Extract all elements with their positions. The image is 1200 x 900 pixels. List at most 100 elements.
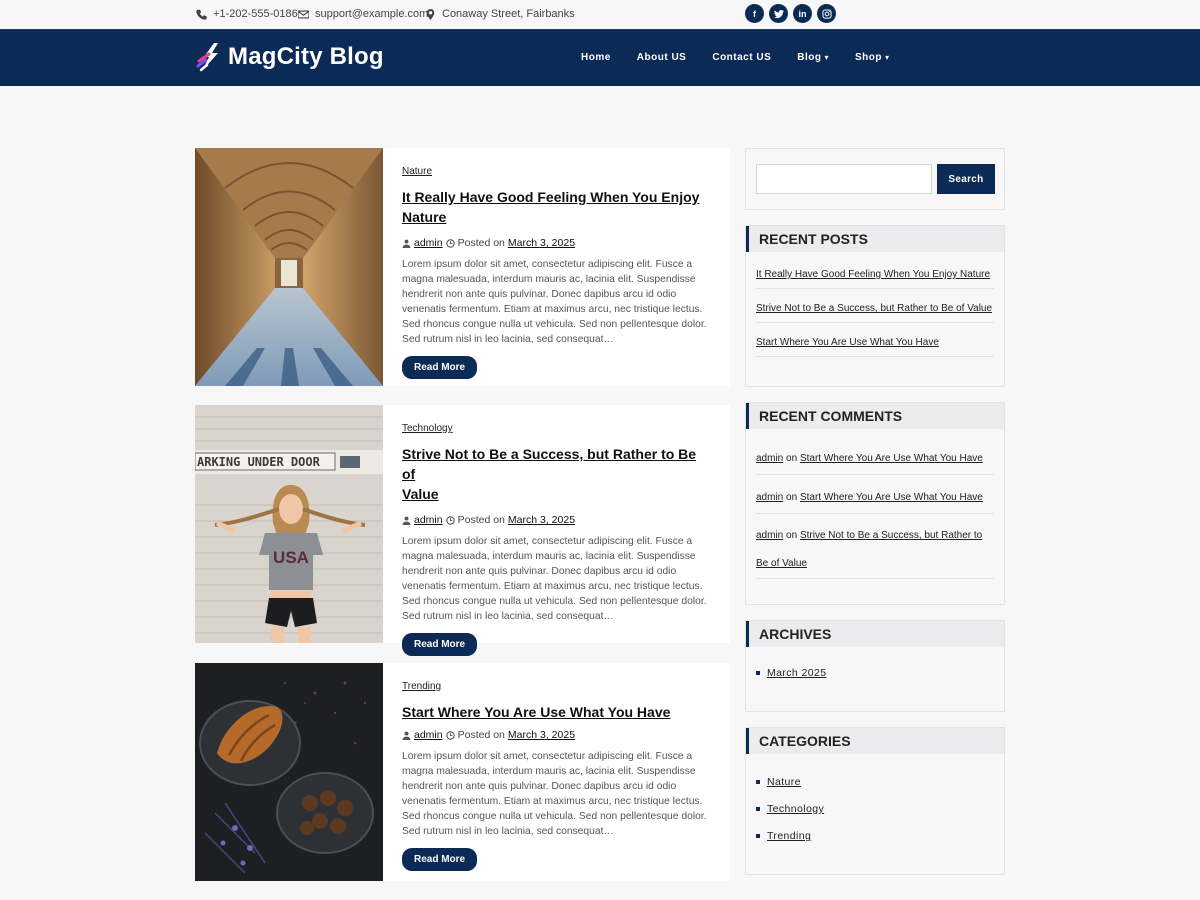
post-category-link[interactable]: Trending <box>402 681 441 692</box>
post-date-link[interactable]: March 3, 2025 <box>508 237 575 249</box>
post-title-line: It Really Have Good Feeling When You Enj… <box>402 189 700 205</box>
post-thumbnail-girl[interactable]: ARKING UNDER DOOR USA <box>195 405 383 643</box>
post-date-link[interactable]: March 3, 2025 <box>508 729 575 741</box>
widget-title: CATEGORIES <box>746 728 1004 754</box>
address-text: Conaway Street, Fairbanks <box>442 8 575 20</box>
recent-post-item: Start Where You Are Use What You Have <box>756 323 994 357</box>
comment-item: admin on Strive Not to Be a Success, but… <box>756 514 994 579</box>
recent-post-item: Strive Not to Be a Success, but Rather t… <box>756 289 994 323</box>
comment-item: admin on Start Where You Are Use What Yo… <box>756 449 994 475</box>
category-item: Technology <box>756 803 994 815</box>
widget-title: RECENT COMMENTS <box>746 403 1004 429</box>
nav-home[interactable]: Home <box>568 52 624 63</box>
posted-on-label: Posted on <box>457 237 505 249</box>
bullet-icon <box>756 807 760 811</box>
nav-blog[interactable]: Blog ▾ <box>784 52 842 63</box>
map-marker-icon <box>426 8 435 20</box>
read-more-button[interactable]: Read More <box>402 633 478 656</box>
comment-post-link[interactable]: Be of Value <box>756 558 807 569</box>
category-link[interactable]: Technology <box>767 803 824 815</box>
recent-post-link[interactable]: It Really Have Good Feeling When You Enj… <box>756 269 990 280</box>
archive-item: March 2025 <box>756 667 994 679</box>
girl-image: ARKING UNDER DOOR USA <box>195 405 383 643</box>
post-author-link[interactable]: admin <box>414 237 443 249</box>
post-title-link[interactable]: Start Where You Are Use What You Have <box>402 702 711 722</box>
nav-about[interactable]: About US <box>624 52 700 63</box>
category-link[interactable]: Nature <box>767 776 801 788</box>
linkedin-icon[interactable]: in <box>793 4 812 23</box>
topbar-address: Conaway Street, Fairbanks <box>425 8 575 20</box>
read-more-button[interactable]: Read More <box>402 356 478 379</box>
nav-shop-label: Shop <box>854 52 882 63</box>
categories-widget: CATEGORIES Nature Technology Trending <box>745 727 1005 875</box>
search-button[interactable]: Search <box>937 164 995 194</box>
category-link[interactable]: Trending <box>767 830 811 842</box>
post-author-link[interactable]: admin <box>414 729 443 741</box>
comment-on-label: on <box>786 530 798 541</box>
twitter-icon[interactable] <box>769 4 788 23</box>
clock-icon <box>445 238 455 248</box>
comment-post-link[interactable]: Start Where You Are Use What You Have <box>800 492 983 503</box>
nav-home-label: Home <box>581 52 611 63</box>
clock-icon <box>445 730 455 740</box>
comment-post-link[interactable]: Strive Not to Be a Success, but Rather t… <box>800 530 982 541</box>
post-date-link[interactable]: March 3, 2025 <box>508 514 575 526</box>
recent-posts-list: It Really Have Good Feeling When You Enj… <box>746 252 1004 357</box>
post-card: Nature It Really Have Good Feeling When … <box>195 148 730 386</box>
facebook-icon[interactable]: f <box>745 4 764 23</box>
nav-contact[interactable]: Contact US <box>699 52 784 63</box>
nav-contact-label: Contact US <box>712 52 772 63</box>
user-icon <box>402 731 411 740</box>
post-category-link[interactable]: Nature <box>402 166 432 177</box>
post-category-link[interactable]: Technology <box>402 423 453 434</box>
comment-author-link[interactable]: admin <box>756 530 783 541</box>
comment-item: admin on Start Where You Are Use What Yo… <box>756 475 994 514</box>
bullet-icon <box>756 780 760 784</box>
widget-title: RECENT POSTS <box>746 226 1004 252</box>
recent-comments-widget: RECENT COMMENTS admin on Start Where You… <box>745 402 1005 605</box>
recent-posts-widget: RECENT POSTS It Really Have Good Feeling… <box>745 225 1005 387</box>
category-item: Trending <box>756 830 994 842</box>
search-widget: Search <box>745 148 1005 210</box>
post-title-line: Start Where You Are Use What You Have <box>402 704 671 720</box>
post-title-link[interactable]: Strive Not to Be a Success, but Rather t… <box>402 444 711 504</box>
post-title-line: Value <box>402 486 439 502</box>
post-title-line: Strive Not to Be a Success, but Rather t… <box>402 446 697 482</box>
nav-about-label: About US <box>636 52 687 63</box>
nav-blog-label: Blog <box>797 52 822 63</box>
post-card: Trending Start Where You Are Use What Yo… <box>195 663 730 881</box>
archives-list: March 2025 <box>746 647 1004 679</box>
comment-author-link[interactable]: admin <box>756 492 783 503</box>
social-links: f in <box>745 4 836 23</box>
topbar: +1-202-555-0186 support@example.com Cona… <box>0 0 1200 29</box>
post-thumbnail-corridor[interactable] <box>195 148 383 386</box>
post-body: Nature It Really Have Good Feeling When … <box>383 148 730 386</box>
image-sign-text: ARKING UNDER DOOR <box>197 455 321 469</box>
read-more-button[interactable]: Read More <box>402 848 478 871</box>
main-nav: Home About US Contact US Blog ▾ Shop ▾ <box>568 52 903 63</box>
bullet-icon <box>756 671 760 675</box>
nav-shop[interactable]: Shop ▾ <box>842 52 903 63</box>
recent-post-link[interactable]: Start Where You Are Use What You Have <box>756 337 939 348</box>
search-input[interactable] <box>756 164 932 194</box>
topbar-email: support@example.com <box>298 8 428 20</box>
post-author-link[interactable]: admin <box>414 514 443 526</box>
comment-on-label: on <box>786 492 798 503</box>
post-body: Technology Strive Not to Be a Success, b… <box>383 405 730 656</box>
post-title-link[interactable]: It Really Have Good Feeling When You Enj… <box>402 187 711 227</box>
phone-number: +1-202-555-0186 <box>213 8 298 20</box>
comment-author-link[interactable]: admin <box>756 453 783 464</box>
archive-link[interactable]: March 2025 <box>767 667 826 679</box>
post-meta: admin Posted on March 3, 2025 <box>402 237 711 249</box>
post-title-line: Nature <box>402 209 447 225</box>
chevron-down-icon: ▾ <box>824 53 829 62</box>
shirt-text: USA <box>273 548 309 567</box>
instagram-icon[interactable] <box>817 4 836 23</box>
site-logo[interactable]: MagCity Blog <box>196 41 384 73</box>
comment-post-link[interactable]: Start Where You Are Use What You Have <box>800 453 983 464</box>
recent-post-link[interactable]: Strive Not to Be a Success, but Rather t… <box>756 303 992 314</box>
email-address: support@example.com <box>315 8 429 20</box>
post-thumbnail-food[interactable] <box>195 663 383 881</box>
post-meta: admin Posted on March 3, 2025 <box>402 729 711 741</box>
posted-on-label: Posted on <box>457 514 505 526</box>
